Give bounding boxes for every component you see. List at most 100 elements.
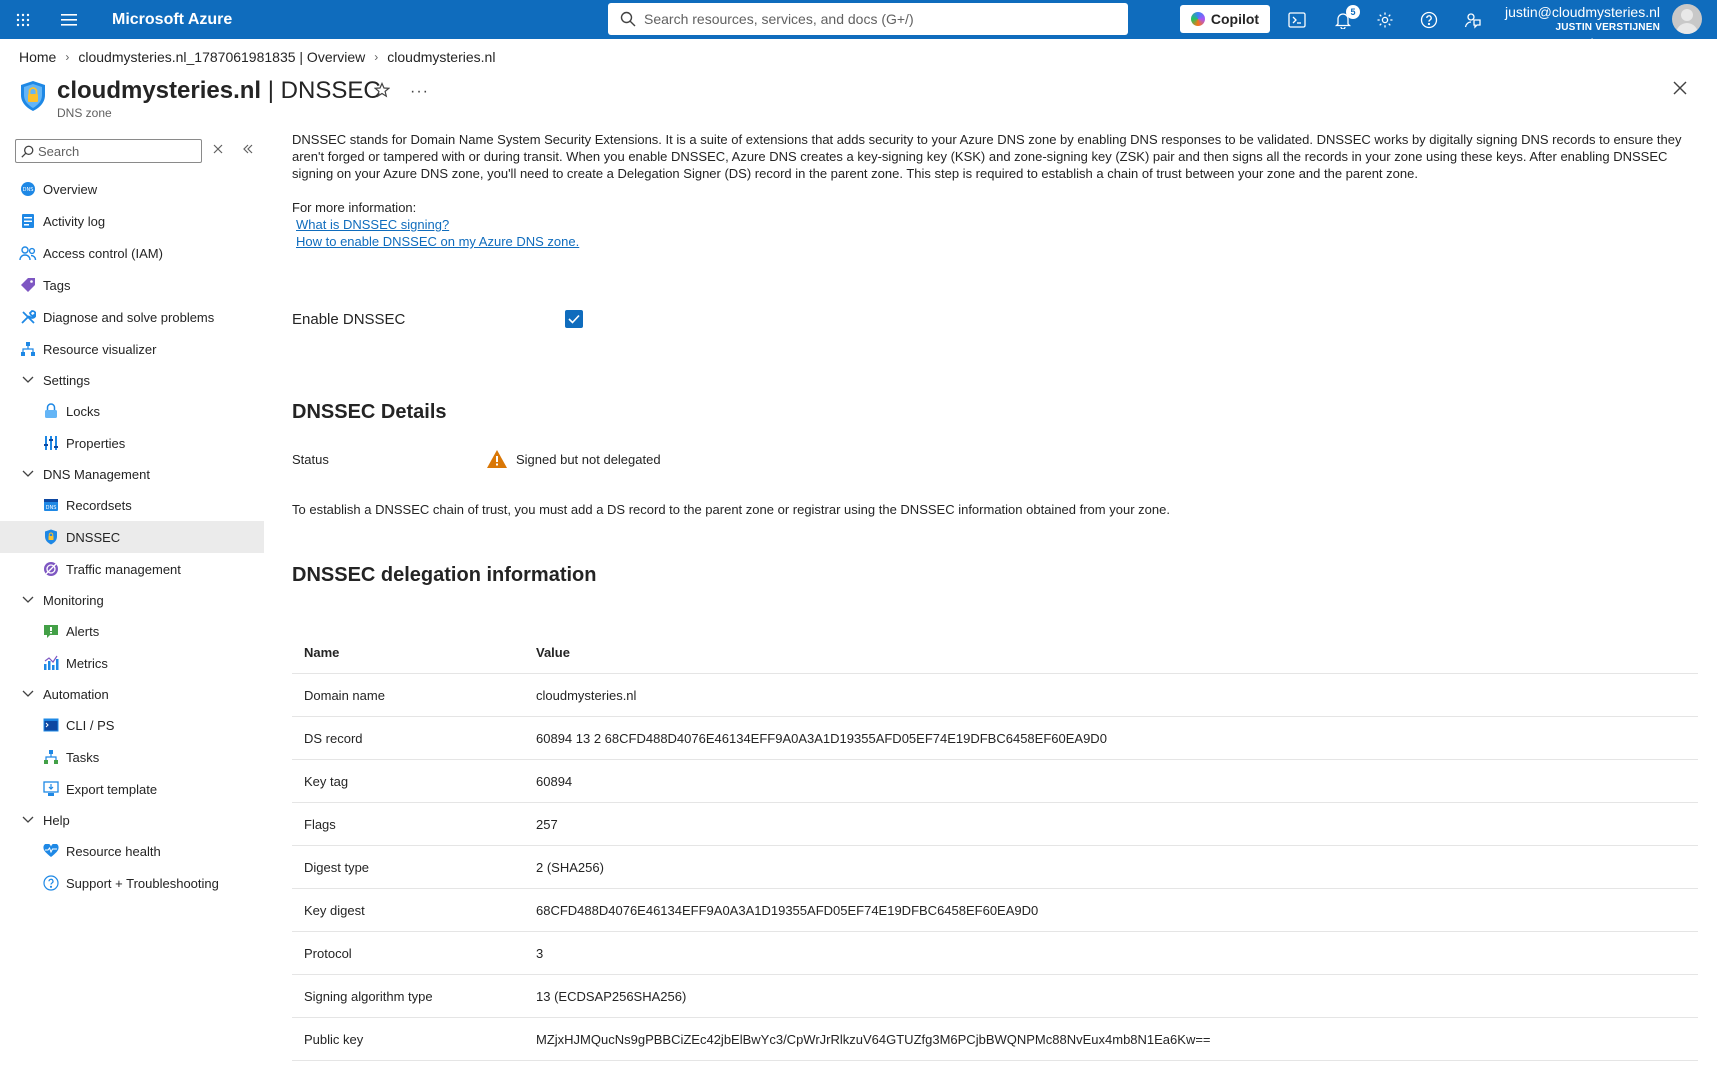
chevron-right-icon: ›: [65, 50, 70, 64]
breadcrumb-zone[interactable]: cloudmysteries.nl: [387, 49, 495, 65]
menu-group-settings[interactable]: Settings: [0, 365, 264, 395]
svg-text:DNS: DNS: [46, 505, 57, 511]
menu-item-cli-ps[interactable]: CLI / PS: [0, 709, 264, 741]
breadcrumb-home[interactable]: Home: [19, 49, 56, 65]
table-row: Public key MZjxHJMQucNs9gPBBCiZEc42jbElB…: [292, 1018, 1698, 1061]
menu-item-tasks[interactable]: Tasks: [0, 741, 264, 773]
menu-group-label: Settings: [43, 372, 90, 388]
menu-item-resource-visualizer[interactable]: Resource visualizer: [0, 333, 264, 365]
menu-item-export-template[interactable]: Export template: [0, 773, 264, 805]
status-label: Status: [292, 451, 329, 467]
table-row: Key digest 68CFD488D4076E46134EFF9A0A3A1…: [292, 889, 1698, 932]
collapse-menu-icon[interactable]: [242, 143, 254, 158]
menu-item-activity-log[interactable]: Activity log: [0, 205, 264, 237]
main-content: DNSSEC stands for Domain Name System Sec…: [292, 131, 1702, 1061]
dnssec-details-heading: DNSSEC Details: [292, 401, 447, 423]
breadcrumb-overview[interactable]: cloudmysteries.nl_1787061981835 | Overvi…: [78, 49, 365, 65]
brand-title[interactable]: Microsoft Azure: [112, 11, 232, 29]
link-how-to-enable-dnssec[interactable]: How to enable DNSSEC on my Azure DNS zon…: [296, 233, 1702, 250]
chain-of-trust-note: To establish a DNSSEC chain of trust, yo…: [292, 502, 1170, 517]
menu-item-diagnose[interactable]: Diagnose and solve problems: [0, 301, 264, 333]
menu-item-locks[interactable]: Locks: [0, 395, 264, 427]
menu-item-resource-health[interactable]: Resource health: [0, 835, 264, 867]
help-icon[interactable]: [1416, 7, 1442, 33]
column-header-name: Name: [304, 644, 340, 660]
menu-item-tags[interactable]: Tags: [0, 269, 264, 301]
lock-icon: [42, 402, 60, 420]
page-title: cloudmysteries.nl | DNSSEC: [57, 77, 381, 104]
cell-name: Key tag: [304, 773, 349, 789]
menu-item-metrics[interactable]: Metrics: [0, 647, 264, 679]
cell-name: Digest type: [304, 859, 370, 875]
dns-zone-icon: DNS: [19, 180, 37, 198]
chevron-down-icon: [19, 816, 37, 824]
portal-menu-icon[interactable]: [46, 0, 92, 39]
menu-search-placeholder: Search: [38, 143, 80, 159]
menu-group-label: Automation: [43, 686, 109, 702]
chevron-down-icon: [19, 596, 37, 604]
menu-item-recordsets[interactable]: DNS Recordsets: [0, 489, 264, 521]
menu-item-label: Tasks: [66, 749, 100, 765]
settings-gear-icon[interactable]: [1372, 7, 1398, 33]
menu-item-label: Access control (IAM): [43, 245, 163, 261]
search-icon: [620, 11, 636, 27]
warning-icon: [487, 450, 507, 468]
favorite-star-icon[interactable]: [373, 82, 391, 101]
copilot-label: Copilot: [1210, 11, 1260, 27]
cell-value: 68CFD488D4076E46134EFF9A0A3A1D19355AFD05…: [536, 902, 1039, 918]
global-search-input[interactable]: Search resources, services, and docs (G+…: [608, 3, 1128, 35]
menu-group-dns-management[interactable]: DNS Management: [0, 459, 264, 489]
cell-value: 2 (SHA256): [536, 859, 604, 875]
menu-group-automation[interactable]: Automation: [0, 679, 264, 709]
link-what-is-dnssec[interactable]: What is DNSSEC signing?: [296, 216, 1702, 233]
hierarchy-icon: [19, 340, 37, 358]
menu-item-dnssec[interactable]: DNSSEC: [0, 521, 264, 553]
cell-value: 60894: [536, 773, 573, 789]
table-row: Flags 257: [292, 803, 1698, 846]
menu-item-traffic-management[interactable]: Traffic management: [0, 553, 264, 585]
menu-item-support[interactable]: Support + Troubleshooting: [0, 867, 264, 899]
more-options-icon[interactable]: ···: [410, 83, 429, 101]
cell-name: Protocol: [304, 945, 352, 961]
cloud-shell-icon[interactable]: [1284, 7, 1310, 33]
menu-item-alerts[interactable]: Alerts: [0, 615, 264, 647]
chevron-down-icon: [19, 376, 37, 384]
top-bar: Microsoft Azure Search resources, servic…: [0, 0, 1717, 49]
activity-log-icon: [19, 212, 37, 230]
clear-filter-icon[interactable]: [212, 143, 224, 158]
menu-search-input[interactable]: Search: [15, 139, 202, 163]
menu-group-help[interactable]: Help: [0, 805, 264, 835]
people-icon: [19, 244, 37, 262]
cell-value: MZjxHJMQucNs9gPBBCiZEc42jbElBwYc3/CpWrJr…: [536, 1031, 1211, 1047]
global-search-placeholder: Search resources, services, and docs (G+…: [644, 11, 914, 27]
title-actions: ···: [373, 82, 429, 101]
menu-item-properties[interactable]: Properties: [0, 427, 264, 459]
notifications-badge: 5: [1346, 5, 1360, 19]
cell-name: Key digest: [304, 902, 365, 918]
status-row: Status Signed but not delegated: [292, 449, 661, 469]
resource-type: DNS zone: [57, 106, 112, 120]
notifications-icon[interactable]: 5: [1330, 5, 1360, 33]
copilot-button[interactable]: Copilot: [1180, 5, 1270, 33]
account-tenant: JUSTIN VERSTIJNEN (JUSTINVER...: [1555, 22, 1660, 49]
terminal-icon: [42, 716, 60, 734]
alerts-icon: [42, 622, 60, 640]
avatar[interactable]: [1672, 4, 1702, 34]
menu-item-access-control[interactable]: Access control (IAM): [0, 237, 264, 269]
table-row: Digest type 2 (SHA256): [292, 846, 1698, 889]
recordset-icon: DNS: [42, 496, 60, 514]
checkmark-icon: [568, 314, 580, 324]
cell-name: Public key: [304, 1031, 364, 1047]
menu-item-overview[interactable]: DNS Overview: [0, 173, 264, 205]
menu-item-label: Traffic management: [66, 561, 181, 577]
account-info[interactable]: justin@cloudmysteries.nl JUSTIN VERSTIJN…: [1500, 4, 1660, 52]
feedback-icon[interactable]: [1460, 7, 1486, 33]
enable-dnssec-checkbox[interactable]: [565, 310, 583, 328]
menu-item-label: Recordsets: [66, 497, 132, 513]
page-section-name: DNSSEC: [280, 77, 381, 104]
menu-group-monitoring[interactable]: Monitoring: [0, 585, 264, 615]
enable-dnssec-label: Enable DNSSEC: [292, 310, 406, 328]
menu-item-label: Tags: [43, 277, 71, 293]
app-launcher-icon[interactable]: [0, 0, 46, 39]
close-icon[interactable]: [1672, 80, 1688, 99]
